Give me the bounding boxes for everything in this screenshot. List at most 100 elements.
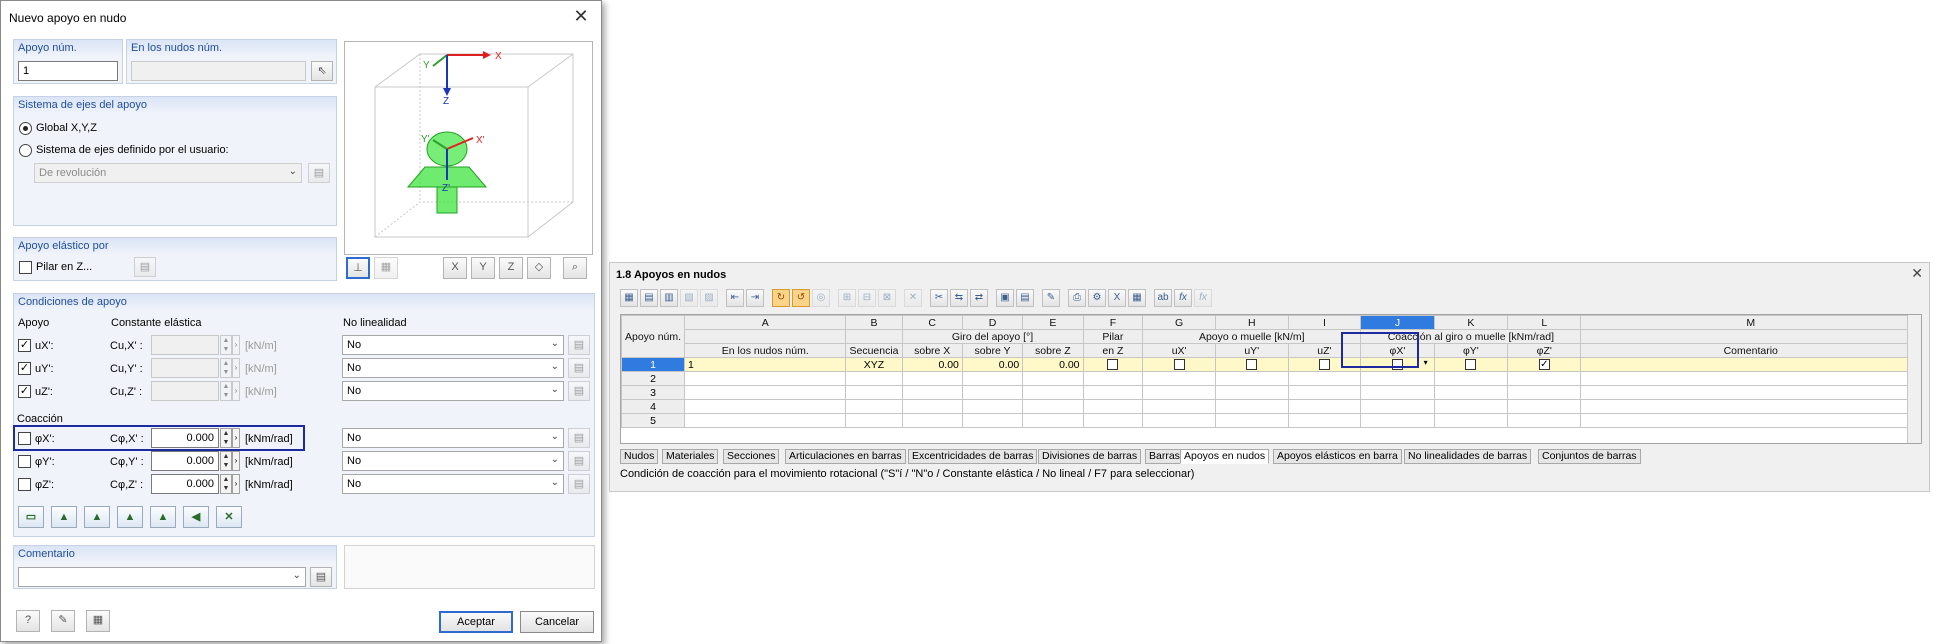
ux-nonlin-combo[interactable]: No ⌄	[342, 335, 564, 355]
ux-edit-button[interactable]: ▤	[568, 335, 590, 355]
support-type-fixed-button[interactable]: ▲	[84, 506, 110, 528]
table-tool-1-icon[interactable]: ▦	[620, 289, 638, 307]
tab-divisiones[interactable]: Divisiones de barras	[1038, 449, 1142, 464]
cphiz-arrow[interactable]: ›	[232, 474, 240, 494]
cell-comment[interactable]	[1580, 357, 1921, 372]
uy-edit-button[interactable]: ▤	[568, 358, 590, 378]
cuy-spinner[interactable]: ▲ ▼	[220, 358, 232, 378]
nodes-input[interactable]	[131, 61, 306, 81]
phiz-cell-checkbox[interactable]: ✓	[1538, 359, 1550, 371]
row-number[interactable]: 5	[621, 413, 686, 428]
cphix-input[interactable]: 0.000	[151, 428, 219, 448]
tab-secciones[interactable]: Secciones	[723, 449, 780, 464]
cuz-input[interactable]	[151, 381, 219, 401]
phiz-nonlin-combo[interactable]: No ⌄	[342, 474, 564, 494]
table-tool-21-icon[interactable]: ⎙	[1068, 289, 1086, 307]
phiy-cell-checkbox[interactable]	[1465, 359, 1477, 371]
table-tool-18-icon[interactable]: ▣	[996, 289, 1014, 307]
phix-nonlin-combo[interactable]: No ⌄	[342, 428, 564, 448]
col-letter-i[interactable]: I	[1287, 315, 1362, 330]
support-type-hinged-button[interactable]: ▲	[51, 506, 77, 528]
cphiz-input[interactable]: 0.000	[151, 474, 219, 494]
ok-button[interactable]: Aceptar	[439, 611, 513, 633]
edit-details-button[interactable]: ✎	[51, 610, 75, 632]
view-z-button[interactable]: Z	[499, 257, 523, 279]
column-edit-button[interactable]: ▤	[134, 257, 156, 277]
cell-phiy[interactable]	[1433, 357, 1509, 372]
ux-cell-checkbox[interactable]	[1173, 359, 1185, 371]
cuy-arrow[interactable]: ›	[232, 358, 240, 378]
table-tool-16-icon[interactable]: ⇆	[950, 289, 968, 307]
view-render-button[interactable]: ▦	[374, 257, 398, 279]
table-tool-22-icon[interactable]: ⚙	[1088, 289, 1106, 307]
table-row[interactable]: 3	[621, 385, 1921, 400]
row-number[interactable]: 3	[621, 385, 686, 400]
col-letter-k[interactable]: K	[1433, 315, 1509, 330]
table-tool-14-icon[interactable]: ✕	[904, 289, 922, 307]
table-tool-12-icon[interactable]: ⊟	[858, 289, 876, 307]
support-type-wall-button[interactable]: ◀	[183, 506, 209, 528]
cphiy-input[interactable]: 0.000	[151, 451, 219, 471]
user-axes-combo[interactable]: De revolución ⌄	[34, 163, 302, 183]
view-y-button[interactable]: Y	[471, 257, 495, 279]
cuz-spinner[interactable]: ▲ ▼	[220, 381, 232, 401]
col-letter-c[interactable]: C	[901, 315, 963, 330]
col-letter-g[interactable]: G	[1142, 315, 1216, 330]
row-number[interactable]: 4	[621, 399, 686, 414]
table-tool-11-icon[interactable]: ⊞	[838, 289, 856, 307]
vertical-scrollbar[interactable]	[1907, 315, 1921, 443]
global-axes-radio[interactable]	[19, 122, 32, 135]
support-type-free-button[interactable]: ▭	[18, 506, 44, 528]
phiz-edit-button[interactable]: ▤	[568, 474, 590, 494]
col-letter-f[interactable]: F	[1082, 315, 1144, 330]
view-axes-button[interactable]: ⊥	[346, 257, 370, 279]
table-row[interactable]: 5	[621, 413, 1921, 428]
table-row[interactable]: 1 1 XYZ 0.00 0.00 0.00 ▾ ✓	[621, 357, 1921, 372]
pick-nodes-button[interactable]: ⇖	[311, 61, 333, 81]
table-tool-6-icon[interactable]: ⇤	[726, 289, 744, 307]
cell-phiz[interactable]: ✓	[1507, 357, 1582, 372]
uz-nonlin-combo[interactable]: No ⌄	[342, 381, 564, 401]
table-tool-5-icon[interactable]: ▨	[700, 289, 718, 307]
support-no-input[interactable]: 1	[18, 61, 118, 81]
comment-combo[interactable]: ⌄	[18, 567, 306, 587]
comment-edit-button[interactable]: ▤	[310, 567, 332, 587]
table-tool-4-icon[interactable]: ▧	[680, 289, 698, 307]
cancel-button[interactable]: Cancelar	[520, 611, 594, 633]
cell-column[interactable]	[1082, 357, 1144, 372]
table-row[interactable]: 2	[621, 371, 1921, 386]
tab-conjuntos[interactable]: Conjuntos de barras	[1538, 449, 1641, 464]
cell-rot-x[interactable]: 0.00	[901, 357, 963, 372]
zoom-button[interactable]: ⌕	[563, 257, 587, 279]
table-tool-3-icon[interactable]: ▥	[660, 289, 678, 307]
cux-input[interactable]	[151, 335, 219, 355]
phiy-checkbox[interactable]	[18, 455, 31, 468]
support-type-x-button[interactable]: ▲	[117, 506, 143, 528]
col-letter-e[interactable]: E	[1022, 315, 1084, 330]
cell-ux[interactable]	[1142, 357, 1216, 372]
uy-checkbox[interactable]: ✓	[18, 362, 31, 375]
edit-axes-button[interactable]: ▤	[308, 163, 330, 183]
cell-rot-z[interactable]: 0.00	[1022, 357, 1084, 372]
col-letter-l[interactable]: L	[1507, 315, 1582, 330]
tab-materiales[interactable]: Materiales	[662, 449, 719, 464]
close-icon[interactable]: ✕	[571, 7, 591, 27]
column-cell-checkbox[interactable]	[1107, 359, 1119, 371]
col-letter-h[interactable]: H	[1214, 315, 1289, 330]
table-tool-19-icon[interactable]: ▤	[1016, 289, 1034, 307]
table-tool-20-icon[interactable]: ✎	[1042, 289, 1060, 307]
cphiz-spinner[interactable]: ▲ ▼	[220, 474, 232, 494]
uz-edit-button[interactable]: ▤	[568, 381, 590, 401]
cuz-arrow[interactable]: ›	[232, 381, 240, 401]
phiz-checkbox[interactable]	[18, 478, 31, 491]
cphiy-spinner[interactable]: ▲ ▼	[220, 451, 232, 471]
phix-edit-button[interactable]: ▤	[568, 428, 590, 448]
support-type-y-button[interactable]: ▲	[150, 506, 176, 528]
cux-spinner[interactable]: ▲ ▼	[220, 335, 232, 355]
column-checkbox[interactable]	[19, 261, 32, 274]
tab-barras[interactable]: Barras	[1145, 449, 1184, 464]
col-letter-a[interactable]: A	[684, 315, 847, 330]
table-tool-8-icon[interactable]: ↻	[772, 289, 790, 307]
tab-apoyos-elasticos[interactable]: Apoyos elásticos en barra	[1273, 449, 1402, 464]
close-icon[interactable]: ✕	[1911, 265, 1923, 282]
